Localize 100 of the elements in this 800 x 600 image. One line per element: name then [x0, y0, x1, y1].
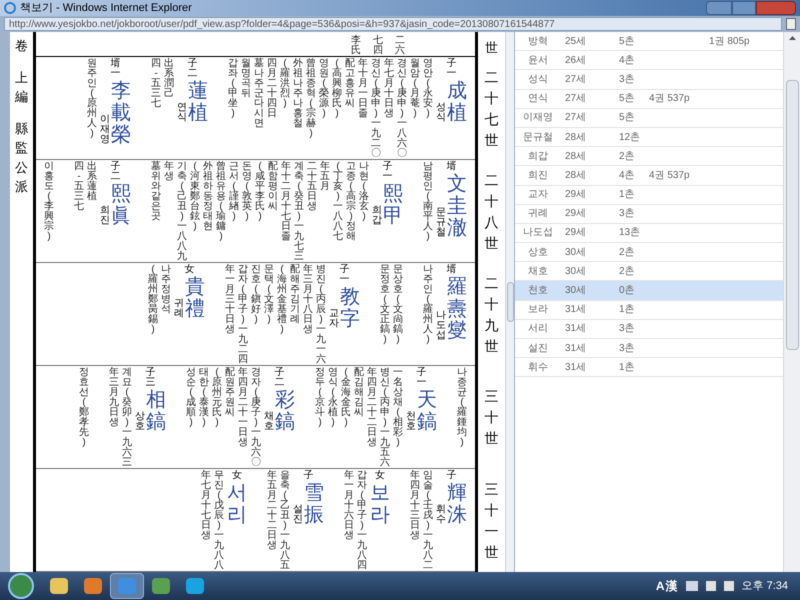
- person-name: 李載榮: [111, 79, 131, 145]
- table-cell-text: 28세: [564, 168, 588, 183]
- table-cell-text: 31세: [564, 360, 588, 375]
- table-cell-text: 2촌: [618, 150, 636, 164]
- name-reading: 문규철: [436, 208, 446, 238]
- entry-text: 고종(高宗) 정해: [346, 162, 356, 244]
- entry-text: 二六: [395, 36, 405, 56]
- table-cell-text: 5촌: [618, 111, 636, 126]
- generation-label: 三十世: [484, 387, 498, 448]
- clock[interactable]: 오후 7:34: [742, 578, 788, 594]
- entry-text: 年十二月十七日졸: [281, 162, 291, 244]
- entry-text: 二十五日생: [307, 162, 317, 214]
- scroll-up-icon[interactable]: [788, 36, 796, 40]
- table-cell-text: 연식: [527, 92, 549, 106]
- table-cell-text: 3촌: [618, 322, 636, 336]
- name-reading: 천호: [406, 412, 416, 432]
- start-button[interactable]: [8, 573, 34, 599]
- entry-text: 경신(庚申)一九二〇: [371, 59, 381, 159]
- entry-text: 경자(庚子)一九六〇: [251, 368, 261, 468]
- generation-label: 三十一世: [484, 480, 498, 562]
- table-cell-text: 30세: [564, 264, 588, 279]
- entry-text: (原州元氏): [212, 368, 222, 430]
- entry-text: 配김해김씨: [354, 368, 364, 420]
- table-cell-text: 4권 537p: [649, 92, 691, 106]
- entry-text: 경신(庚申)一八六〇: [397, 59, 407, 159]
- table-cell-text: 29세: [564, 226, 588, 240]
- table-cell-text: 휘수: [527, 360, 549, 375]
- relation-label: 子一: [416, 368, 426, 388]
- entry-text: (河東鄭台鉉): [190, 162, 200, 234]
- entry-text: 을축(乙丑)一九八五: [280, 471, 290, 571]
- entry-text: (羅州鄭昺錫): [148, 265, 158, 335]
- table-cell-text: 3촌: [618, 342, 636, 356]
- table-cell-text: 28세: [564, 130, 588, 145]
- entry-text: 갑자(甲子)一九二四: [238, 265, 248, 365]
- table-cell-text: 27세: [564, 111, 588, 126]
- table-cell-text: 귀례: [527, 207, 549, 222]
- entry-text: 나주인(羅州人): [423, 265, 433, 345]
- scrollbar-thumb[interactable]: [506, 282, 514, 322]
- entry-text: 墓나주군 다시면: [254, 59, 264, 131]
- table-cell-text: 1촌: [618, 188, 636, 202]
- relation-label: 壻: [446, 265, 456, 275]
- ime-indicator[interactable]: A: [656, 577, 665, 595]
- page-icon[interactable]: [786, 18, 796, 30]
- entry-text: 원주인(原州人): [87, 59, 97, 139]
- ime-indicator[interactable]: 漢: [666, 577, 678, 595]
- person-name: 相鎬: [146, 388, 166, 432]
- entry-text: 外祖나주나홍철: [293, 59, 303, 131]
- relation-label: 子二: [110, 162, 120, 182]
- relation-label: 子二: [274, 368, 284, 388]
- entry-text: (咸平李氏): [255, 162, 265, 224]
- entry-text: (海州金基禮): [277, 265, 287, 337]
- entry-text: 근서(謹緖): [229, 162, 239, 224]
- entry-text: 外祖하동정태현: [203, 162, 213, 234]
- margin-text: 卷: [15, 37, 28, 55]
- list-row[interactable]: 천호 30세 0촌: [515, 281, 783, 301]
- table-cell-text: 이재영: [522, 111, 554, 126]
- entry-text: 墓위와 같은곳: [151, 162, 161, 224]
- entry-text: 나현(洛玄): [359, 162, 369, 224]
- entry-text: 年一月十六日생: [344, 471, 354, 543]
- table-cell-text: 31세: [564, 342, 588, 356]
- name-reading: 연식: [177, 103, 187, 123]
- list-row[interactable]: 귀례 29세 3촌: [515, 204, 783, 224]
- table-cell-text: 29세: [564, 207, 588, 222]
- entry-text: 진호(鎭好): [251, 265, 261, 327]
- name-reading: 희갑: [372, 206, 382, 226]
- person-name: 熙甲: [383, 182, 403, 226]
- table-cell-text: 보라: [527, 303, 549, 318]
- list-row[interactable]: 연식 27세 5촌 4권 537p: [515, 90, 783, 109]
- entry-text: 配함평이씨: [268, 162, 278, 214]
- table-cell-text: 1촌: [618, 303, 636, 318]
- list-row[interactable]: 교자 29세 1촌: [515, 186, 783, 205]
- scrollbar[interactable]: [783, 32, 800, 572]
- name-reading: 휘수: [436, 505, 446, 525]
- entry-text: 一名상채(相彩): [393, 368, 403, 450]
- table-cell-text: 4촌: [618, 168, 636, 183]
- relation-label: 女: [184, 265, 194, 275]
- relation-label: 子二: [188, 59, 198, 79]
- name-reading: 채호: [264, 412, 274, 432]
- entry-text: 年三月九日생: [109, 368, 119, 430]
- entry-text: 영식(永植): [328, 368, 338, 430]
- relation-label: 子三: [146, 368, 156, 388]
- entry-text: 四-五三七: [151, 59, 161, 109]
- generation-label: 二十七世: [484, 68, 498, 150]
- entry-text: 태한(泰漢): [199, 368, 209, 430]
- table-cell-text: 3촌: [618, 207, 636, 222]
- table-cell-text: 윤서: [527, 54, 549, 68]
- table-cell-text: 27세: [564, 72, 588, 87]
- entry-text: 갑자(甲子)一九八四: [357, 471, 367, 571]
- entry-text: 出系潤己: [164, 59, 174, 101]
- table-cell-text: 희갑: [527, 150, 549, 164]
- entry-text: 이홍도(李興宗): [44, 162, 54, 242]
- person-name: 教字: [340, 285, 360, 329]
- table-cell-text: 채호: [527, 264, 549, 279]
- table-cell-text: 4권 537p: [649, 168, 691, 183]
- entry-text: 병신(丙申)一九五六: [380, 368, 390, 468]
- address-bar[interactable]: http://www.yesjokbo.net/jokboroot/user/pdf_view.asp?folder=4&page=536&posi=&h=937&jasin_code=20130807161544877: [4, 17, 782, 31]
- list-row[interactable]: 보라 31세 1촌: [515, 300, 783, 320]
- table-cell-text: 천호: [527, 284, 549, 298]
- table-cell-text: 31세: [564, 322, 588, 336]
- entry-text: 四月二十四日: [267, 59, 277, 121]
